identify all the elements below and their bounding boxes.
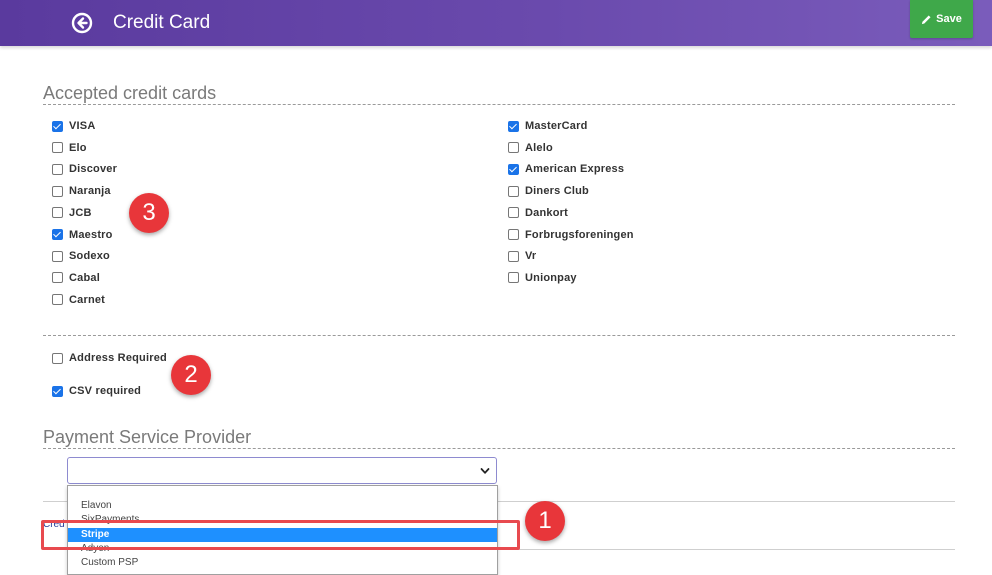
- csv-required-label: CSV required: [69, 385, 142, 397]
- card-label: Vr: [525, 250, 537, 263]
- chevron-down-icon: [480, 468, 490, 474]
- card-checkbox[interactable]: [508, 207, 519, 219]
- card-label: Dankort: [525, 206, 568, 219]
- card-checkbox[interactable]: [52, 207, 63, 219]
- card-checkbox[interactable]: [52, 120, 63, 132]
- page-title: Credit Card: [113, 12, 211, 33]
- pencil-icon: [922, 14, 931, 24]
- annotation-highlight-box: [41, 520, 520, 550]
- card-option-row[interactable]: Discover: [52, 161, 117, 177]
- card-option-row[interactable]: American Express: [508, 161, 624, 177]
- card-checkbox[interactable]: [52, 142, 63, 154]
- psp-option-elavon[interactable]: Elavon: [68, 499, 497, 513]
- card-label: American Express: [525, 163, 625, 176]
- address-required-row[interactable]: Address Required: [52, 350, 167, 366]
- card-option-row[interactable]: Dankort: [508, 205, 568, 221]
- card-label: Cabal: [69, 271, 100, 284]
- card-checkbox[interactable]: [52, 250, 63, 262]
- card-label: Naranja: [69, 185, 111, 198]
- section-divider: [43, 448, 955, 449]
- card-option-row[interactable]: Maestro: [52, 227, 113, 243]
- card-label: Elo: [69, 141, 87, 154]
- back-arrow-icon[interactable]: [70, 11, 94, 35]
- accepted-cards-heading: Accepted credit cards: [43, 83, 217, 103]
- card-option-row[interactable]: Vr: [508, 248, 536, 264]
- card-option-row[interactable]: JCB: [52, 205, 92, 221]
- card-checkbox[interactable]: [508, 185, 519, 197]
- card-label: Diners Club: [525, 185, 589, 198]
- card-option-row[interactable]: VISA: [52, 118, 95, 134]
- save-button-label: Save: [936, 13, 962, 25]
- card-option-row[interactable]: Forbrugsforeningen: [508, 227, 634, 243]
- card-label: Alelo: [525, 141, 553, 154]
- card-label: Maestro: [69, 228, 113, 241]
- card-option-row[interactable]: Elo: [52, 140, 87, 156]
- card-option-row[interactable]: Sodexo: [52, 248, 110, 264]
- section-divider: [43, 104, 955, 105]
- card-option-row[interactable]: Diners Club: [508, 183, 589, 199]
- psp-heading: Payment Service Provider: [43, 427, 252, 447]
- annotation-marker-3: 3: [129, 193, 169, 233]
- card-checkbox[interactable]: [508, 163, 519, 175]
- top-app-bar: Credit Card Save: [0, 0, 992, 46]
- card-checkbox[interactable]: [508, 229, 519, 240]
- card-checkbox[interactable]: [508, 142, 519, 154]
- section-divider: [43, 335, 955, 336]
- card-checkbox[interactable]: [52, 229, 63, 240]
- card-label: Discover: [69, 163, 118, 176]
- save-button[interactable]: Save: [910, 0, 973, 38]
- card-label: Forbrugsforeningen: [525, 228, 634, 241]
- card-label: VISA: [69, 120, 96, 132]
- card-label: Unionpay: [525, 271, 577, 284]
- card-option-row[interactable]: Unionpay: [508, 270, 577, 286]
- address-required-checkbox[interactable]: [52, 352, 63, 364]
- card-checkbox[interactable]: [52, 163, 63, 175]
- annotation-marker-2: 2: [171, 355, 211, 395]
- csv-required-row[interactable]: CSV required: [52, 383, 141, 399]
- card-label: Sodexo: [69, 250, 110, 263]
- annotation-marker-1: 1: [525, 501, 565, 541]
- card-checkbox[interactable]: [52, 272, 63, 284]
- csv-required-checkbox[interactable]: [52, 385, 63, 397]
- card-option-row[interactable]: Cabal: [52, 270, 100, 286]
- card-checkbox[interactable]: [508, 120, 519, 132]
- card-option-row[interactable]: Carnet: [52, 292, 105, 308]
- address-required-label: Address Required: [69, 352, 167, 364]
- card-option-row[interactable]: Naranja: [52, 183, 111, 199]
- card-checkbox[interactable]: [52, 185, 63, 197]
- card-checkbox[interactable]: [508, 250, 519, 262]
- card-label: JCB: [69, 206, 92, 219]
- psp-select[interactable]: [67, 457, 497, 484]
- card-option-row[interactable]: Alelo: [508, 140, 553, 156]
- card-checkbox[interactable]: [508, 272, 519, 284]
- card-label: MasterCard: [525, 120, 588, 132]
- card-checkbox[interactable]: [52, 294, 63, 306]
- card-label: Carnet: [69, 293, 106, 306]
- card-option-row[interactable]: MasterCard: [508, 118, 588, 134]
